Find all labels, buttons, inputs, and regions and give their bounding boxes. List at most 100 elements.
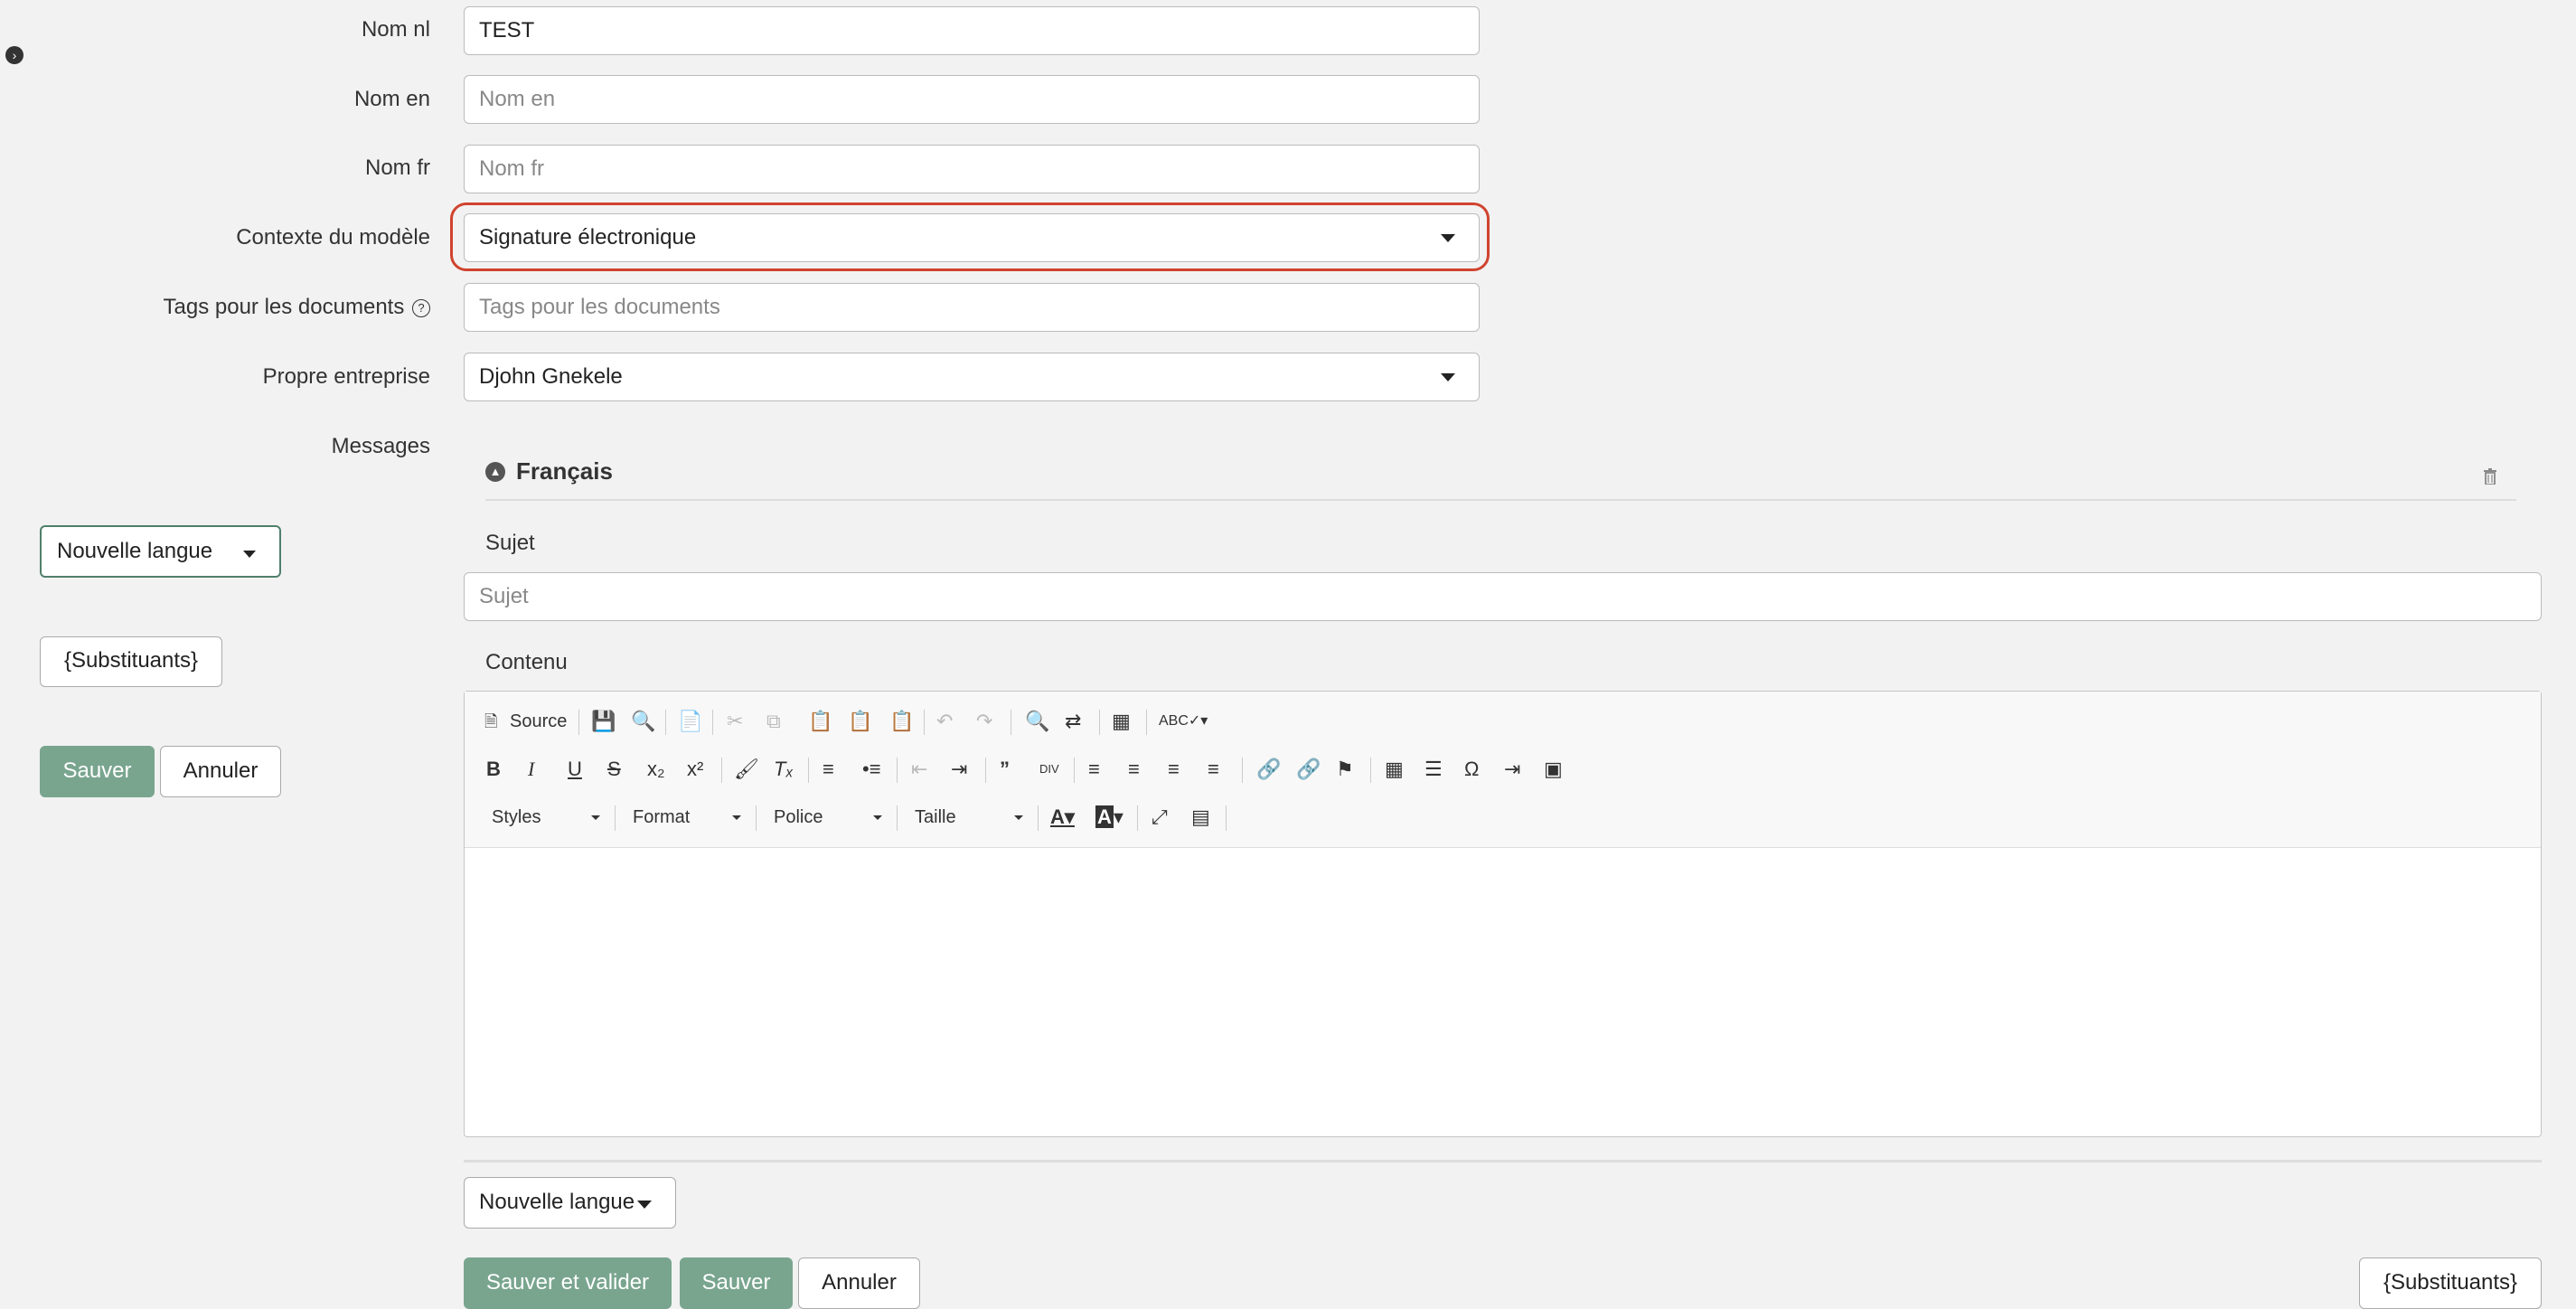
bulleted-list-icon[interactable]: •≡ xyxy=(862,756,881,783)
sujet-input[interactable]: Sujet xyxy=(464,572,2542,621)
divider xyxy=(464,1160,2542,1163)
separator xyxy=(615,805,616,831)
select-all-icon[interactable]: ▦ xyxy=(1112,708,1131,735)
templates-icon[interactable]: 📄 xyxy=(678,708,702,735)
find-icon[interactable]: 🔍 xyxy=(1025,708,1049,735)
subscript-icon[interactable]: x₂ xyxy=(647,756,665,783)
police-combo[interactable]: Police xyxy=(774,804,882,831)
outdent-icon[interactable]: ⇤ xyxy=(911,756,927,783)
editor-content-area[interactable] xyxy=(465,849,2541,1136)
bg-color-icon[interactable]: A▾ xyxy=(1095,804,1123,831)
text-color-icon[interactable]: A▾ xyxy=(1050,804,1075,831)
cut-icon[interactable]: ✂ xyxy=(727,708,743,735)
tags-label-text: Tags pour les documents xyxy=(163,295,405,319)
footer-nouvelle-langue-label: Nouvelle langue xyxy=(479,1190,635,1214)
redo-icon[interactable]: ↷ xyxy=(976,708,992,735)
footer-nouvelle-langue-select[interactable]: Nouvelle langue xyxy=(464,1177,676,1229)
undo-icon[interactable]: ↶ xyxy=(936,708,953,735)
chevron-down-icon xyxy=(591,815,600,820)
contexte-select[interactable]: Signature électronique xyxy=(464,213,1480,262)
paste-icon[interactable]: 📋 xyxy=(808,708,832,735)
collapse-language-icon[interactable]: ▲ xyxy=(485,462,505,482)
copy-format-icon[interactable]: 🖌 xyxy=(734,756,759,783)
replace-icon[interactable]: ⇄ xyxy=(1065,708,1081,735)
show-blocks-icon[interactable]: ▤ xyxy=(1191,804,1210,831)
align-center-icon[interactable]: ≡ xyxy=(1128,756,1140,783)
remove-format-icon[interactable]: Tₓ xyxy=(774,756,794,783)
contenu-label: Contenu xyxy=(485,650,568,674)
save-and-validate-button[interactable]: Sauver et valider xyxy=(464,1257,672,1309)
paste-text-icon[interactable]: 📋 xyxy=(848,708,872,735)
source-icon[interactable]: 🗎 xyxy=(484,708,497,735)
strikethrough-icon[interactable]: S xyxy=(607,756,621,783)
copy-icon[interactable]: ⧉ xyxy=(766,708,781,735)
contexte-label: Contexte du modèle xyxy=(236,225,430,250)
indent-icon[interactable]: ⇥ xyxy=(951,756,967,783)
chevron-down-icon xyxy=(1441,373,1455,381)
nom-en-input[interactable]: Nom en xyxy=(464,75,1480,124)
align-left-icon[interactable]: ≡ xyxy=(1088,756,1100,783)
div-icon[interactable]: DIV xyxy=(1039,756,1059,783)
save-doc-icon[interactable]: 💾 xyxy=(591,708,616,735)
chevron-down-icon xyxy=(1014,815,1023,820)
language-title: Français xyxy=(516,457,613,485)
special-char-icon[interactable]: Ω xyxy=(1464,756,1479,783)
numbered-list-icon[interactable]: ≡ xyxy=(823,756,834,783)
separator xyxy=(808,758,809,783)
paste-word-icon[interactable]: 📋 xyxy=(889,708,914,735)
contexte-value: Signature électronique xyxy=(479,225,697,250)
nom-nl-input[interactable]: TEST xyxy=(464,6,1480,55)
expand-sidebar-icon[interactable]: › xyxy=(5,46,24,64)
separator xyxy=(897,758,898,783)
image-icon[interactable]: ▣ xyxy=(1544,756,1563,783)
italic-icon[interactable]: I xyxy=(528,756,534,783)
separator xyxy=(985,758,986,783)
footer-substituants-button[interactable]: {Substituants} xyxy=(2359,1257,2542,1309)
separator xyxy=(1099,710,1100,735)
blockquote-icon[interactable]: ” xyxy=(1000,756,1010,783)
anchor-flag-icon[interactable]: ⚑ xyxy=(1336,756,1354,783)
divider xyxy=(485,499,2516,501)
footer-save-button[interactable]: Sauver xyxy=(680,1257,793,1309)
separator xyxy=(1137,805,1138,831)
messages-label: Messages xyxy=(331,434,430,458)
underline-icon[interactable]: U xyxy=(568,756,582,783)
entreprise-label: Propre entreprise xyxy=(262,364,430,389)
horizontal-line-icon[interactable]: ☰ xyxy=(1424,756,1443,783)
superscript-icon[interactable]: x² xyxy=(687,756,703,783)
unlink-icon[interactable]: 🔗 xyxy=(1296,756,1321,783)
nom-fr-label: Nom fr xyxy=(365,155,430,180)
substituants-button[interactable]: {Substituants} xyxy=(40,636,222,687)
sujet-label: Sujet xyxy=(485,531,535,555)
rich-text-editor[interactable]: 🗎 Source 💾 🔍 📄 ✂ ⧉ 📋 📋 📋 ↶ ↷ 🔍 ⇄ ▦ ABC✓▾… xyxy=(464,691,2542,1137)
save-button[interactable]: Sauver xyxy=(40,746,155,797)
nouvelle-langue-label: Nouvelle langue xyxy=(57,539,213,563)
align-right-icon[interactable]: ≡ xyxy=(1168,756,1180,783)
entreprise-value: Djohn Gnekele xyxy=(479,364,623,389)
source-button[interactable]: Source xyxy=(510,708,567,735)
styles-combo[interactable]: Styles xyxy=(492,804,600,831)
help-icon[interactable]: ? xyxy=(412,298,430,317)
page-break-icon[interactable]: ⇥ xyxy=(1504,756,1520,783)
cancel-button[interactable]: Annuler xyxy=(160,746,281,797)
spellcheck-icon[interactable]: ABC✓▾ xyxy=(1159,708,1208,735)
maximize-icon[interactable]: ⤢ xyxy=(1152,804,1168,831)
preview-icon[interactable]: 🔍 xyxy=(631,708,655,735)
align-justify-icon[interactable]: ≡ xyxy=(1208,756,1219,783)
separator xyxy=(1074,758,1075,783)
separator xyxy=(578,710,579,735)
footer-cancel-button[interactable]: Annuler xyxy=(798,1257,920,1309)
nom-fr-input[interactable]: Nom fr xyxy=(464,145,1480,193)
table-icon[interactable]: ▦ xyxy=(1385,756,1404,783)
separator xyxy=(1242,758,1243,783)
styles-label: Styles xyxy=(492,807,541,827)
trash-icon[interactable] xyxy=(2484,468,2496,485)
tags-input[interactable]: Tags pour les documents xyxy=(464,283,1480,332)
nouvelle-langue-select[interactable]: Nouvelle langue xyxy=(40,525,281,578)
bold-icon[interactable]: B xyxy=(486,756,501,783)
separator xyxy=(924,710,925,735)
format-combo[interactable]: Format xyxy=(633,804,741,831)
taille-combo[interactable]: Taille xyxy=(915,804,1023,831)
entreprise-select[interactable]: Djohn Gnekele xyxy=(464,353,1480,401)
link-icon[interactable]: 🔗 xyxy=(1256,756,1281,783)
